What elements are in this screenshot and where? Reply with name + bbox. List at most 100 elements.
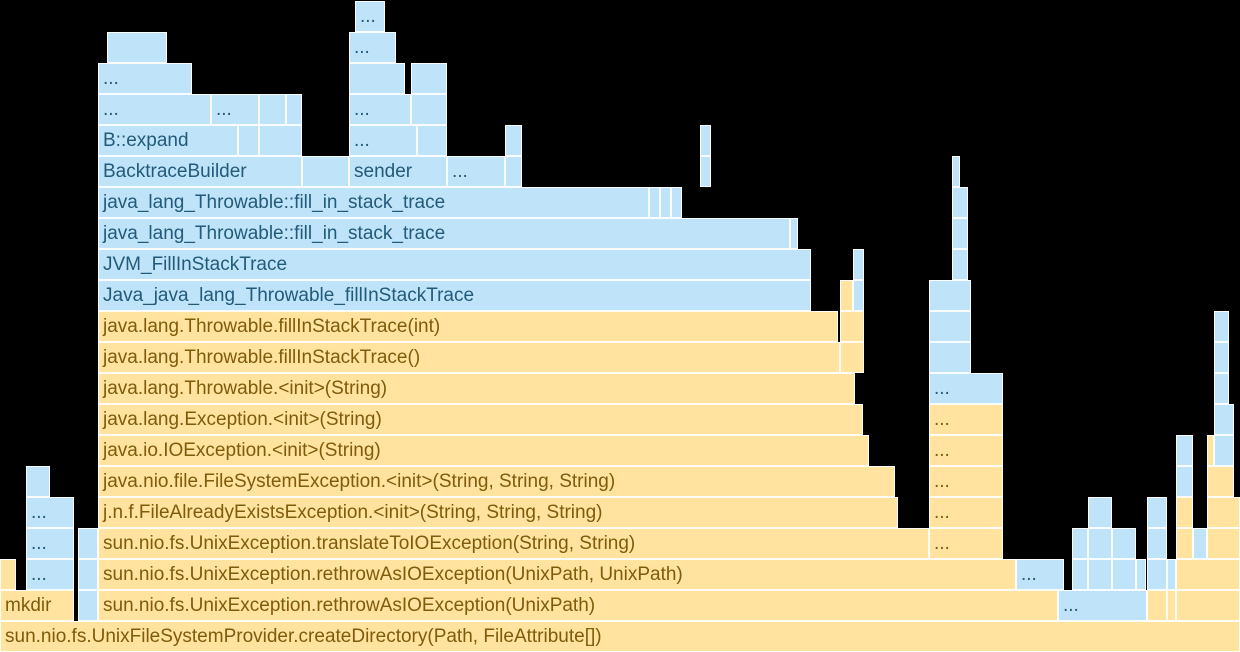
flame-frame[interactable]	[1072, 528, 1088, 559]
flame-frame[interactable]	[1088, 497, 1112, 528]
flame-frame[interactable]	[1167, 590, 1176, 621]
flame-frame[interactable]: java.lang.Throwable.fillInStackTrace()	[98, 342, 840, 373]
flame-frame[interactable]	[1207, 528, 1240, 559]
flame-frame[interactable]	[1214, 342, 1229, 373]
flame-frame[interactable]: j.n.f.FileAlreadyExistsException.<init>(…	[98, 497, 898, 528]
flame-frame[interactable]	[505, 125, 522, 156]
flame-frame[interactable]: sender	[349, 156, 447, 187]
flame-frame[interactable]	[286, 94, 302, 125]
flame-frame[interactable]	[853, 249, 864, 280]
flame-frame[interactable]	[349, 63, 405, 94]
flame-frame[interactable]	[1176, 559, 1240, 590]
flame-frame[interactable]: java_lang_Throwable::fill_in_stack_trace	[98, 218, 790, 249]
flame-frame[interactable]	[1207, 435, 1214, 466]
flame-frame[interactable]	[505, 156, 522, 187]
flame-frame[interactable]	[952, 187, 968, 218]
flame-frame[interactable]	[26, 466, 50, 497]
flame-frame[interactable]	[0, 559, 16, 590]
flame-frame[interactable]	[1176, 466, 1193, 497]
flame-frame[interactable]	[259, 125, 302, 156]
flame-frame[interactable]	[78, 559, 98, 590]
flame-frame[interactable]	[1147, 590, 1167, 621]
flame-frame[interactable]	[238, 125, 259, 156]
flame-frame[interactable]	[107, 32, 167, 63]
flame-frame[interactable]	[78, 528, 98, 559]
flame-frame[interactable]	[1176, 528, 1193, 559]
flame-frame[interactable]	[840, 342, 864, 373]
flame-frame[interactable]	[1176, 590, 1240, 621]
flame-frame[interactable]: ...	[1058, 590, 1147, 621]
flame-frame[interactable]	[1088, 559, 1112, 590]
flame-frame[interactable]: ...	[211, 94, 259, 125]
flame-frame[interactable]	[417, 125, 447, 156]
flame-frame[interactable]	[1207, 497, 1240, 528]
flame-frame[interactable]	[411, 63, 447, 94]
flame-frame[interactable]: java.nio.file.FileSystemException.<init>…	[98, 466, 895, 497]
flame-frame[interactable]	[1214, 404, 1234, 435]
flame-frame[interactable]: mkdir	[0, 590, 74, 621]
flame-frame[interactable]: BacktraceBuilder	[98, 156, 302, 187]
flame-frame[interactable]: ...	[929, 497, 1003, 528]
flame-frame[interactable]: B::expand	[98, 125, 238, 156]
flame-frame[interactable]	[700, 156, 711, 187]
flame-frame[interactable]	[1147, 559, 1167, 590]
flame-frame[interactable]: ...	[929, 466, 1003, 497]
flame-frame[interactable]	[649, 187, 660, 218]
flame-frame[interactable]	[1176, 497, 1193, 528]
flame-frame[interactable]: ...	[929, 373, 1003, 404]
flame-frame[interactable]: sun.nio.fs.UnixException.rethrowAsIOExce…	[98, 559, 1016, 590]
flame-frame[interactable]: ...	[98, 94, 211, 125]
flame-frame[interactable]	[78, 590, 98, 621]
flame-frame[interactable]: ...	[929, 435, 1003, 466]
flame-frame[interactable]	[1136, 559, 1146, 590]
flame-frame[interactable]	[671, 187, 682, 218]
flame-frame[interactable]: ...	[929, 404, 1003, 435]
flame-frame[interactable]: ...	[26, 497, 74, 528]
flame-frame[interactable]	[1147, 528, 1167, 559]
flame-frame[interactable]: java.lang.Exception.<init>(String)	[98, 404, 863, 435]
flame-frame[interactable]	[1167, 559, 1176, 590]
flame-frame[interactable]	[1214, 311, 1229, 342]
flame-frame[interactable]: ...	[929, 528, 1003, 559]
flame-frame[interactable]	[952, 156, 960, 187]
flame-frame[interactable]: java_lang_Throwable::fill_in_stack_trace	[98, 187, 649, 218]
flame-frame[interactable]	[1176, 435, 1193, 466]
flame-frame[interactable]	[1207, 466, 1234, 497]
flame-frame[interactable]	[660, 187, 671, 218]
flame-frame[interactable]	[929, 280, 971, 311]
flame-frame[interactable]: ...	[26, 559, 74, 590]
flame-frame[interactable]: JVM_FillInStackTrace	[98, 249, 811, 280]
flame-frame[interactable]: ...	[26, 528, 74, 559]
flame-frame[interactable]	[1112, 559, 1136, 590]
flame-frame[interactable]	[1112, 528, 1136, 559]
flame-frame[interactable]	[700, 125, 711, 156]
flame-frame[interactable]	[1072, 559, 1088, 590]
flame-frame[interactable]: java.lang.Throwable.<init>(String)	[98, 373, 855, 404]
flame-frame[interactable]	[840, 311, 864, 342]
flame-frame[interactable]	[853, 280, 864, 311]
flame-frame[interactable]	[259, 94, 286, 125]
flame-frame[interactable]	[1193, 528, 1207, 559]
flame-frame[interactable]: java.io.IOException.<init>(String)	[98, 435, 869, 466]
flame-frame[interactable]: Java_java_lang_Throwable_fillInStackTrac…	[98, 280, 811, 311]
flame-frame[interactable]: sun.nio.fs.UnixFileSystemProvider.create…	[0, 621, 1240, 652]
flame-frame[interactable]: ...	[98, 63, 192, 94]
flame-frame[interactable]: ...	[447, 156, 505, 187]
flame-frame[interactable]: ...	[1016, 559, 1064, 590]
flame-frame[interactable]	[952, 218, 968, 249]
flame-frame[interactable]: java.lang.Throwable.fillInStackTrace(int…	[98, 311, 838, 342]
flame-frame[interactable]	[1088, 528, 1112, 559]
flame-frame[interactable]	[929, 342, 971, 373]
flame-frame[interactable]	[952, 249, 968, 280]
flame-frame[interactable]: ...	[349, 125, 417, 156]
flame-frame[interactable]	[1147, 497, 1167, 528]
flame-frame[interactable]	[1214, 435, 1234, 466]
flame-frame[interactable]: ...	[355, 1, 385, 32]
flame-frame[interactable]	[929, 311, 971, 342]
flame-frame[interactable]	[790, 218, 798, 249]
flame-frame[interactable]	[411, 94, 447, 125]
flame-frame[interactable]	[302, 156, 349, 187]
flame-frame[interactable]	[840, 280, 853, 311]
flame-frame[interactable]: sun.nio.fs.UnixException.translateToIOEx…	[98, 528, 929, 559]
flame-frame[interactable]: sun.nio.fs.UnixException.rethrowAsIOExce…	[98, 590, 1058, 621]
